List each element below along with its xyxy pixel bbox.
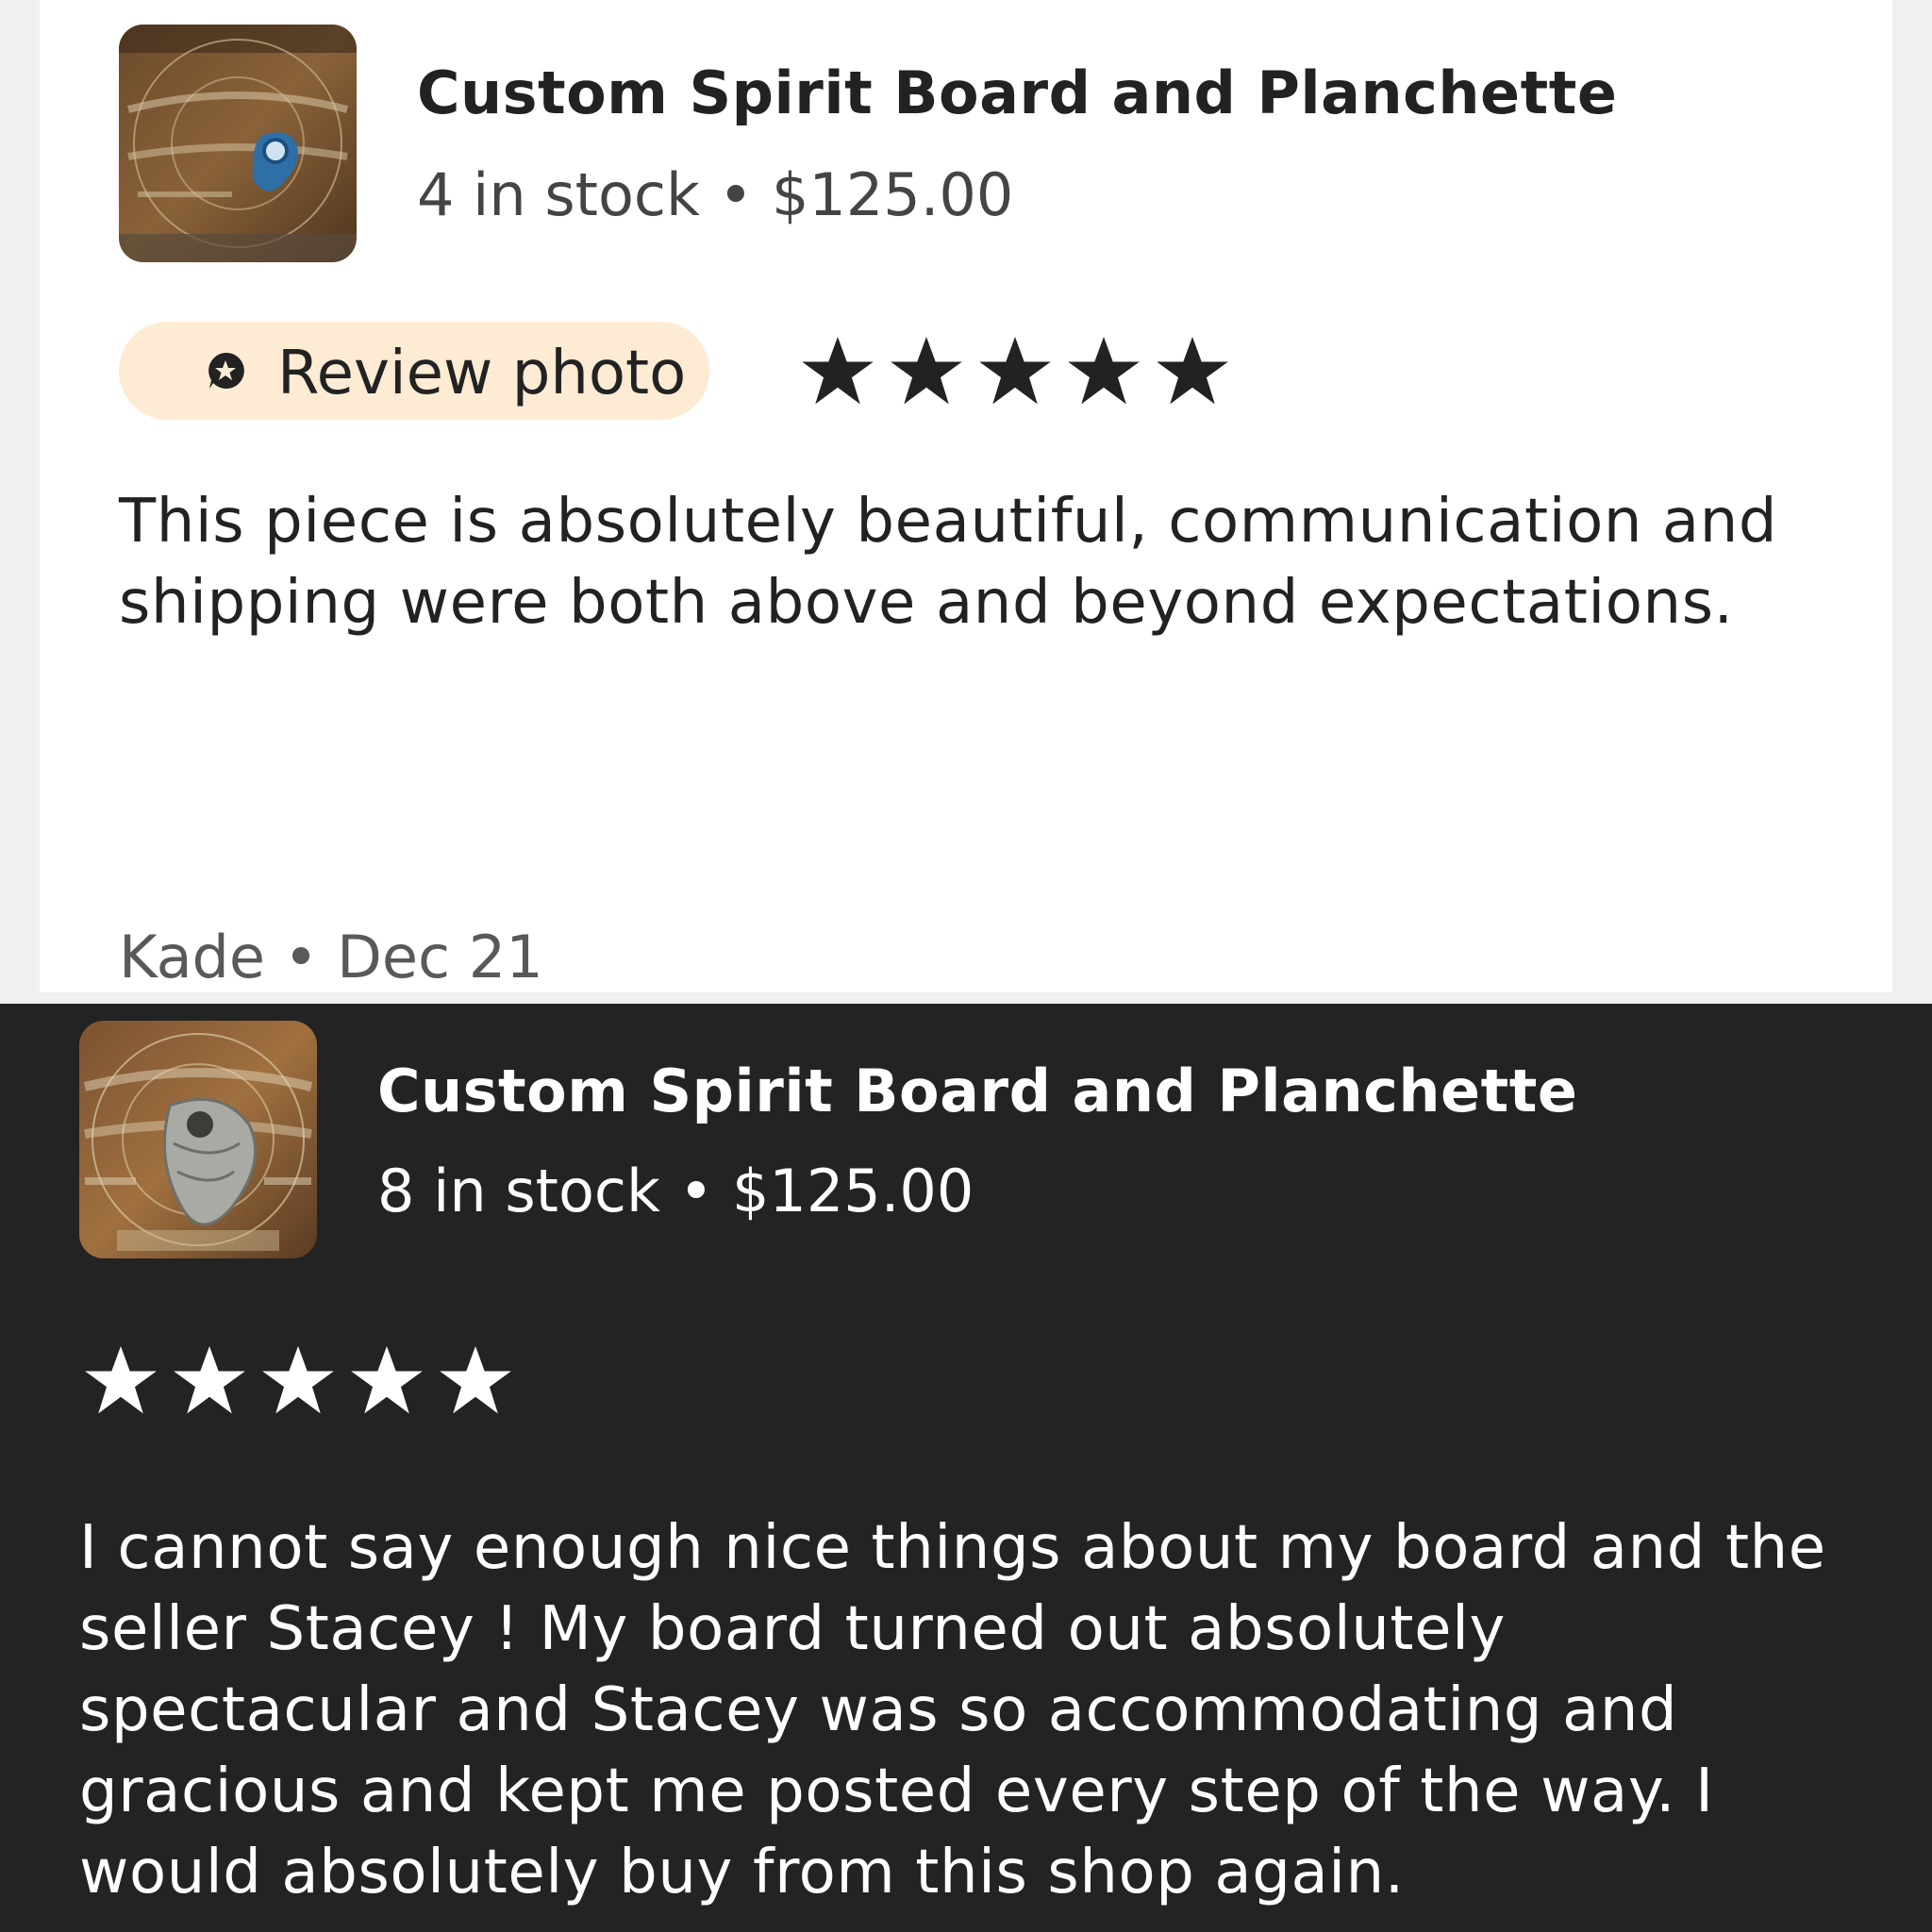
star-icon — [891, 337, 962, 405]
price: $125.00 — [731, 1157, 974, 1225]
review-text-line: I cannot say enough nice things about my… — [79, 1513, 1826, 1583]
star-icon — [262, 1346, 334, 1414]
star-icon — [440, 1346, 511, 1414]
product-title[interactable]: Custom Spirit Board and Planchette — [417, 58, 1617, 127]
star-icon — [1068, 337, 1140, 405]
stock-count: 4 in stock — [417, 160, 700, 229]
review-card: Custom Spirit Board and Planchette 4 in … — [40, 0, 1892, 992]
star-icon — [85, 1346, 157, 1414]
star-badge-icon — [208, 352, 244, 389]
star-rating — [79, 1340, 517, 1423]
stock-and-price: 4 in stock • $125.00 — [417, 160, 1013, 229]
review-text-line: spectacular and Stacey was so accommodat… — [79, 1675, 1678, 1745]
product-thumbnail[interactable] — [119, 25, 357, 262]
review-text-line: This piece is absolutely beautiful, comm… — [119, 487, 1778, 557]
review-text-line: shipping were both above and beyond expe… — [119, 568, 1734, 638]
star-icon — [1157, 337, 1228, 405]
separator-dot: • — [283, 923, 319, 991]
product-thumbnail[interactable] — [79, 1021, 317, 1258]
star-icon — [351, 1346, 423, 1414]
spirit-board-image — [119, 25, 357, 262]
review-date: Dec 21 — [337, 923, 543, 991]
star-rating — [796, 330, 1234, 413]
product-title[interactable]: Custom Spirit Board and Planchette — [377, 1057, 1577, 1125]
price: $125.00 — [771, 160, 1014, 229]
stock-and-price: 8 in stock • $125.00 — [377, 1157, 974, 1225]
screenshot-collage: Custom Spirit Board and Planchette 4 in … — [0, 0, 1932, 1932]
review-text-line: gracious and kept me posted every step o… — [79, 1757, 1714, 1826]
reviewer-name[interactable]: Kade — [119, 923, 265, 991]
separator-dot: • — [718, 160, 754, 229]
star-icon — [979, 337, 1051, 405]
separator-dot: • — [678, 1157, 714, 1225]
review-photo-label: Review photo — [277, 339, 687, 408]
stock-count: 8 in stock — [377, 1157, 660, 1225]
review-text-line: would absolutely buy from this shop agai… — [79, 1838, 1405, 1907]
spirit-board-image — [79, 1021, 317, 1258]
star-icon — [174, 1346, 245, 1414]
review-card: Custom Spirit Board and Planchette 8 in … — [0, 1004, 1932, 1932]
review-text: This piece is absolutely beautiful, comm… — [119, 481, 1777, 643]
review-text-line: seller Stacey ! My board turned out abso… — [79, 1594, 1506, 1664]
review-photo-button[interactable]: Review photo — [119, 322, 709, 420]
review-text: I cannot say enough nice things about my… — [79, 1507, 1826, 1913]
review-byline: Kade • Dec 21 — [119, 923, 543, 991]
star-icon — [802, 337, 874, 405]
